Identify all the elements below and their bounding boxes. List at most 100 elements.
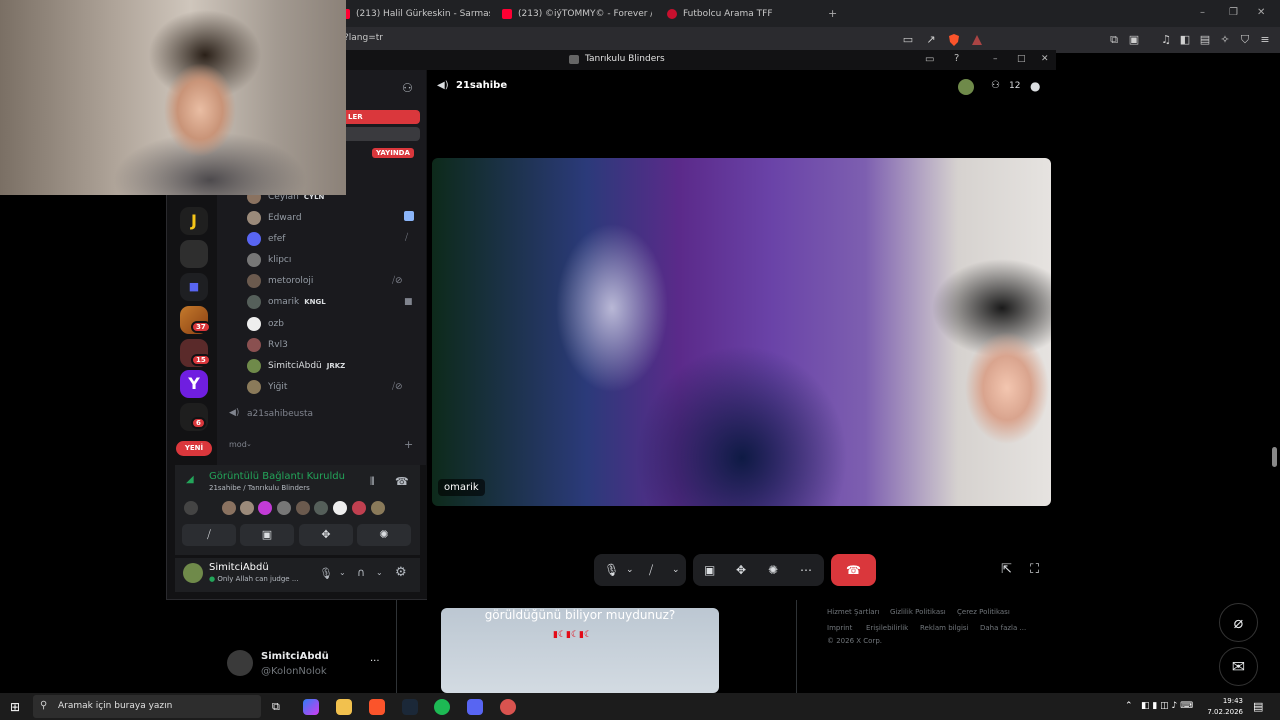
system-clock[interactable]: 19:43 7.02.2026 (1203, 696, 1243, 718)
tray-icons[interactable]: ◧ ▮ ◫ ♪ ⌨ (1141, 701, 1193, 711)
vpn-icon[interactable]: ⛉ (1239, 34, 1251, 46)
brave-icon[interactable] (369, 699, 385, 715)
obs-icon[interactable] (500, 699, 516, 715)
video-tile[interactable] (432, 158, 1051, 506)
help-icon[interactable]: ? (954, 53, 959, 64)
add-channel-icon[interactable]: + (404, 438, 413, 451)
avatar[interactable] (240, 501, 254, 515)
footer-link[interactable]: Daha fazla ... (980, 624, 1026, 632)
wallet-icon[interactable]: ▤ (1199, 34, 1211, 46)
folder-icon[interactable]: ■ (180, 273, 208, 301)
signal-icon[interactable]: ◢ (186, 474, 194, 485)
sidebar-icon[interactable]: ◧ (1179, 34, 1191, 46)
footer-link[interactable]: Çerez Politikası (957, 608, 1010, 616)
leo-ai-icon[interactable]: ✧ (1219, 34, 1231, 46)
avatar[interactable] (314, 501, 328, 515)
inbox-icon[interactable]: ▭ (925, 54, 934, 65)
avatar[interactable] (258, 501, 272, 515)
browser-tab[interactable]: Futbolcu Arama TFF (667, 4, 817, 24)
user-name[interactable]: SimitciAbdü (209, 562, 269, 573)
screenshot-icon[interactable]: ▣ (1128, 34, 1140, 46)
avatar[interactable] (296, 501, 310, 515)
participant-count[interactable]: 12 (1009, 81, 1020, 91)
messages-icon[interactable]: ✉ (1219, 647, 1258, 686)
voice-member[interactable]: SimitciAbdü JRKZ (247, 357, 345, 375)
participants-icon[interactable]: ⚇ (991, 80, 1000, 91)
user-status[interactable]: ● Only Allah can judge ... (209, 575, 299, 583)
chat-bubble-icon[interactable]: ● (1030, 79, 1040, 93)
voice-member[interactable]: ozb (247, 315, 284, 333)
windows-start-icon[interactable]: ⊞ (10, 700, 20, 714)
media-icon[interactable]: ♫ (1160, 34, 1172, 46)
disconnect-button[interactable]: ☎ (831, 554, 876, 586)
chevron-down-icon[interactable]: ⌄ (246, 440, 252, 448)
footer-link[interactable]: Erişilebilirlik (866, 624, 908, 632)
avatar[interactable] (184, 501, 198, 515)
dc-minimize-icon[interactable]: – (993, 54, 998, 64)
footer-link[interactable]: Hizmet Şartları (827, 608, 879, 616)
soundboard-button[interactable]: ✺ (357, 524, 411, 546)
event-banner[interactable]: LER (346, 110, 420, 124)
footer-link[interactable]: Imprint (827, 624, 852, 632)
restore-icon[interactable]: ❐ (1229, 7, 1238, 18)
new-badge[interactable]: YENİ (176, 441, 212, 456)
headphones-icon[interactable]: ∩ (357, 566, 365, 579)
avatar[interactable] (222, 501, 236, 515)
voice-channel[interactable]: a21sahibeusta (247, 409, 313, 419)
voice-member[interactable]: efef (247, 230, 285, 248)
grok-icon[interactable]: ⌀ (1219, 603, 1258, 642)
footer-link[interactable]: Reklam bilgisi (920, 624, 969, 632)
chevron-down-icon[interactable]: ⌄ (376, 568, 383, 577)
extensions-icon[interactable]: ⧉ (1108, 34, 1120, 46)
more-options-icon[interactable]: ⋯ (800, 563, 812, 577)
activities-button[interactable]: ✥ (299, 524, 353, 546)
add-friend-icon[interactable]: ⚇ (402, 81, 413, 95)
spotify-icon[interactable] (434, 699, 450, 715)
microphone-icon[interactable]: 🎙︎ (319, 567, 333, 580)
voice-member[interactable]: Yiğit (247, 378, 287, 396)
server-icon-y[interactable]: Y (180, 370, 208, 398)
author-avatar[interactable] (227, 650, 253, 676)
voice-member[interactable]: klipcı (247, 251, 291, 269)
notification-icon[interactable]: ▤ (1253, 700, 1263, 713)
author-handle[interactable]: @KolonNolok (261, 666, 327, 677)
share-icon[interactable]: ↗ (925, 34, 937, 46)
popout-icon[interactable]: ⇱ (1001, 562, 1012, 577)
avatar[interactable] (277, 501, 291, 515)
screen-share-button[interactable]: ▣ (240, 524, 294, 546)
fullscreen-icon[interactable]: ⛶ (1030, 562, 1039, 577)
activities-icon[interactable]: ✥ (736, 563, 746, 577)
cast-icon[interactable]: ▭ (902, 34, 914, 46)
author-name[interactable]: SimitciAbdü (261, 651, 329, 662)
task-view-icon[interactable]: ⧉ (272, 700, 280, 714)
voice-member[interactable]: metoroloji (247, 272, 313, 290)
brave-rewards-icon[interactable] (971, 34, 983, 46)
file-explorer-icon[interactable] (336, 699, 352, 715)
server-icon-j[interactable]: J (180, 207, 208, 235)
screen-share-icon[interactable]: ▣ (704, 563, 715, 577)
chevron-up-icon[interactable]: ⌄ (672, 565, 680, 575)
voice-member[interactable]: Edward (247, 209, 302, 227)
brave-shield-icon[interactable] (948, 34, 960, 46)
avatar[interactable] (333, 501, 347, 515)
noise-suppression-icon[interactable]: ⫴ (370, 475, 375, 489)
voice-status[interactable]: Görüntülü Bağlantı Kuruldu (209, 471, 345, 482)
dc-maximize-icon[interactable]: □ (1017, 54, 1026, 64)
camera-off-icon[interactable]: ⧸ (649, 563, 653, 578)
minimize-icon[interactable]: – (1200, 7, 1205, 18)
new-tab-button[interactable]: + (828, 7, 837, 20)
scrollbar[interactable] (1272, 447, 1277, 467)
chevron-up-icon[interactable]: ⌄ (626, 565, 634, 575)
browser-tab[interactable]: (213) Halil Gürkeskin - Sarmaşık - Yo (340, 4, 490, 24)
soundboard-icon[interactable]: ✺ (768, 563, 778, 577)
footer-link[interactable]: Gizlilik Politikası (890, 608, 946, 616)
address-bar[interactable]: ?lang=tr (344, 33, 383, 43)
voice-member[interactable]: Rvl3 (247, 336, 288, 354)
avatar[interactable] (352, 501, 366, 515)
dc-close-icon[interactable]: ✕ (1041, 54, 1049, 64)
menu-icon[interactable]: ≡ (1259, 34, 1271, 46)
discord-icon[interactable] (467, 699, 483, 715)
more-icon[interactable]: ··· (370, 656, 380, 667)
server-icon[interactable] (180, 240, 208, 268)
close-icon[interactable]: ✕ (1257, 7, 1265, 18)
